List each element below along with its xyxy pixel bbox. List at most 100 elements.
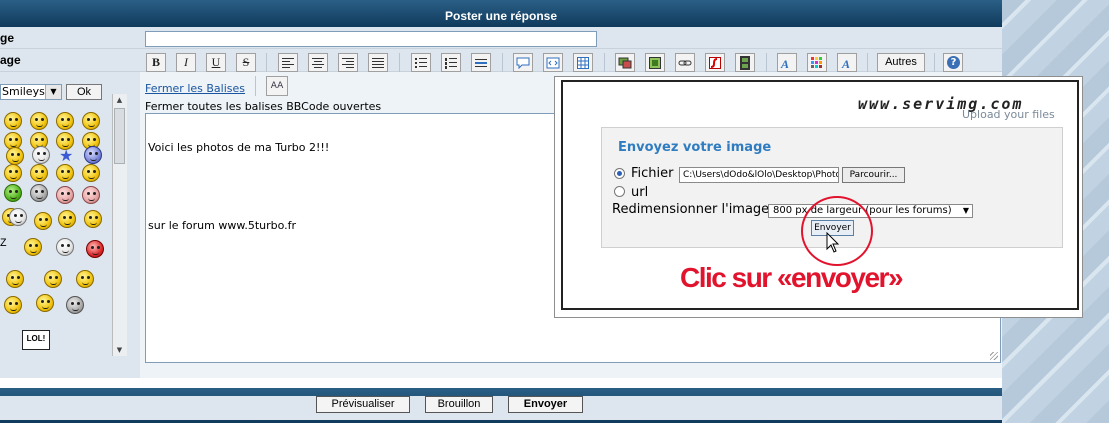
toolbar-separator	[399, 53, 400, 72]
chevron-down-icon: ▼	[962, 206, 969, 215]
resize-select[interactable]: 800 px de largeur (pour les forums) ▼	[768, 204, 973, 218]
browse-button[interactable]: Parcourir...	[842, 167, 905, 183]
preview-button[interactable]: Prévisualiser	[316, 396, 410, 413]
flash-button[interactable]	[705, 53, 725, 72]
video-icon	[740, 56, 750, 70]
quote-icon	[516, 57, 530, 70]
toolbar-separator	[867, 53, 868, 72]
smiley-icon[interactable]	[30, 184, 48, 202]
toggle-wysiwyg-button[interactable]: AA	[266, 76, 288, 96]
editor-line: Voici les photos de ma Turbo 2!!!	[148, 141, 330, 154]
numbered-list-button[interactable]	[441, 53, 461, 72]
svg-text:A: A	[841, 57, 850, 69]
smiley-icon[interactable]	[6, 147, 24, 165]
scroll-thumb[interactable]	[114, 108, 125, 164]
image-button[interactable]	[645, 53, 665, 72]
bold-button[interactable]: B	[146, 53, 166, 72]
subject-input[interactable]	[145, 31, 597, 47]
help-button[interactable]: ?	[943, 53, 963, 72]
smiley-icon[interactable]	[56, 164, 74, 182]
smiley-ok-button[interactable]: Ok	[66, 84, 102, 100]
smiley-icon[interactable]	[9, 208, 27, 226]
subject-label: ge	[0, 31, 15, 45]
toolbar-separator	[255, 76, 256, 96]
smiley-icon[interactable]	[30, 164, 48, 182]
table-button[interactable]	[573, 53, 593, 72]
strike-button[interactable]: S	[236, 53, 256, 72]
smiley-icon[interactable]	[4, 296, 22, 314]
smiley-icon[interactable]	[82, 112, 100, 130]
align-left-button[interactable]	[278, 53, 298, 72]
smiley-icon[interactable]	[4, 112, 22, 130]
link-icon	[678, 60, 692, 66]
image-icon	[649, 57, 661, 69]
submit-button[interactable]: Envoyer	[508, 396, 583, 413]
smiley-category-select[interactable]: Smileys ▼	[0, 84, 62, 100]
annotation-callout: Clic sur «envoyer»	[680, 262, 904, 293]
lol-sign-icon[interactable]: LOL!	[22, 330, 50, 350]
draft-button[interactable]: Brouillon	[425, 396, 493, 413]
smiley-icon[interactable]	[30, 112, 48, 130]
smiley-icon[interactable]	[56, 186, 74, 204]
file-radio[interactable]	[614, 168, 625, 179]
font-size-button[interactable]: A	[777, 53, 797, 72]
url-radio[interactable]	[614, 186, 625, 197]
smiley-icon[interactable]	[6, 270, 24, 288]
bullet-list-button[interactable]	[411, 53, 431, 72]
justify-button[interactable]	[368, 53, 388, 72]
form-footer	[0, 388, 1002, 423]
horizontal-rule-button[interactable]	[471, 53, 491, 72]
toolbar-separator	[266, 53, 267, 72]
flash-icon	[709, 57, 721, 69]
smiley-scrollbar[interactable]: ▲ ▼	[112, 94, 127, 356]
smiley-icon[interactable]	[32, 146, 50, 164]
footer-band	[0, 396, 1002, 420]
align-center-icon	[312, 58, 324, 68]
smiley-icon[interactable]	[56, 238, 74, 256]
smiley-icon[interactable]	[56, 112, 74, 130]
help-icon: ?	[947, 56, 960, 69]
smiley-icon[interactable]	[82, 186, 100, 204]
scroll-down-icon[interactable]: ▼	[113, 344, 126, 356]
resize-grip[interactable]	[990, 352, 998, 360]
align-left-icon	[282, 58, 294, 68]
justify-icon	[372, 58, 384, 68]
close-tags-link[interactable]: Fermer les Balises	[145, 82, 245, 95]
align-right-button[interactable]	[338, 53, 358, 72]
smiley-icon[interactable]	[36, 294, 54, 312]
smiley-icon[interactable]	[34, 212, 52, 230]
smiley-icon[interactable]	[58, 210, 76, 228]
quote-button[interactable]	[513, 53, 533, 72]
smiley-icon[interactable]	[86, 240, 104, 258]
link-button[interactable]	[675, 53, 695, 72]
color-button[interactable]	[807, 53, 827, 72]
smiley-icon[interactable]	[84, 146, 102, 164]
smiley-icon[interactable]	[76, 270, 94, 288]
video-button[interactable]	[735, 53, 755, 72]
underline-button[interactable]: U	[206, 53, 226, 72]
smiley-icon[interactable]	[66, 296, 84, 314]
toolbar-separator	[502, 53, 503, 72]
smiley-icon[interactable]	[44, 270, 62, 288]
smiley-icon[interactable]	[24, 238, 42, 256]
bullet-list-icon	[415, 58, 427, 68]
file-path-input[interactable]: C:\Users\dOdo&lOlo\Desktop\Photo0	[679, 167, 839, 183]
scroll-up-icon[interactable]: ▲	[113, 94, 126, 106]
code-button[interactable]	[543, 53, 563, 72]
smiley-icon[interactable]	[4, 184, 22, 202]
editor-line: sur le forum www.5turbo.fr	[148, 219, 297, 232]
toolbar-separator	[934, 53, 935, 72]
smiley-icon[interactable]	[4, 164, 22, 182]
align-center-button[interactable]	[308, 53, 328, 72]
other-button[interactable]: Autres	[877, 53, 925, 72]
smiley-icon[interactable]	[82, 164, 100, 182]
smiley-z-glyph: Z	[0, 238, 7, 250]
font-face-button[interactable]: A	[837, 53, 857, 72]
host-image-button[interactable]	[615, 53, 635, 72]
smiley-icon[interactable]	[84, 210, 102, 228]
message-label: age	[0, 53, 21, 67]
horizontal-rule-icon	[475, 59, 487, 67]
chevron-down-icon: ▼	[45, 85, 61, 99]
url-option-label: url	[631, 185, 649, 200]
italic-button[interactable]: I	[176, 53, 196, 72]
